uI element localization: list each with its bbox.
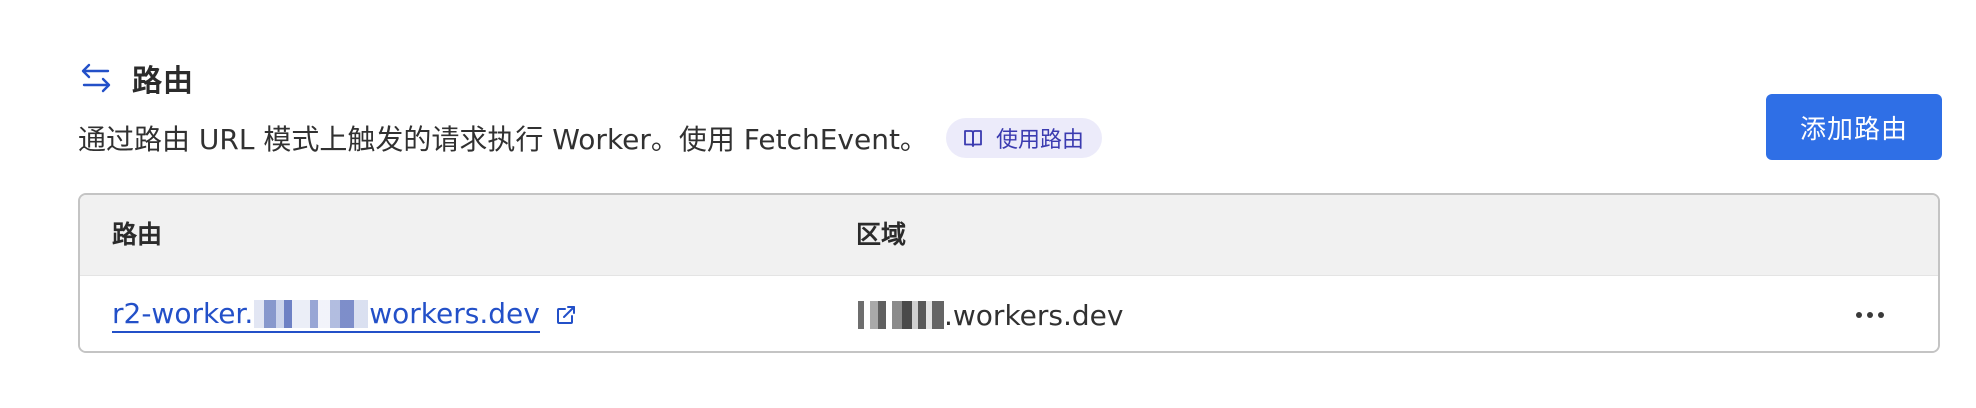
column-header-zone: 区域	[856, 220, 907, 249]
table-row: r2-worker. workers.dev .workers.dev	[80, 276, 1938, 351]
more-horizontal-icon	[1856, 312, 1862, 318]
more-horizontal-icon	[1867, 312, 1873, 318]
docs-link-pill[interactable]: 使用路由	[945, 118, 1102, 158]
column-header-route: 路由	[112, 220, 163, 249]
routes-table: 路由 区域 r2-worker. workers.dev .workers.de…	[78, 193, 1940, 353]
description-row: 通过路由 URL 模式上触发的请求执行 Worker。使用 FetchEvent…	[78, 116, 1102, 160]
redacted-subdomain	[254, 300, 369, 328]
route-cell: r2-worker. workers.dev	[112, 276, 578, 351]
add-route-button[interactable]: 添加路由	[1766, 94, 1942, 160]
arrows-left-right-icon	[81, 63, 111, 93]
section-title: 路由	[132, 64, 194, 99]
more-horizontal-icon	[1878, 312, 1884, 318]
docs-link-label: 使用路由	[995, 128, 1084, 153]
zone-cell: .workers.dev	[856, 276, 1124, 351]
route-link[interactable]: r2-worker. workers.dev	[112, 297, 540, 333]
external-link-icon[interactable]	[554, 303, 578, 327]
section-description: 通过路由 URL 模式上触发的请求执行 Worker。使用 FetchEvent…	[78, 123, 928, 156]
table-header: 路由 区域	[80, 195, 1938, 276]
route-suffix: workers.dev	[369, 297, 540, 330]
route-prefix: r2-worker.	[112, 297, 254, 330]
row-more-actions-button[interactable]	[1850, 295, 1890, 335]
zone-suffix: .workers.dev	[944, 298, 1124, 332]
redacted-zone	[856, 301, 944, 329]
book-icon	[964, 130, 982, 147]
section-header: 路由	[78, 56, 194, 100]
